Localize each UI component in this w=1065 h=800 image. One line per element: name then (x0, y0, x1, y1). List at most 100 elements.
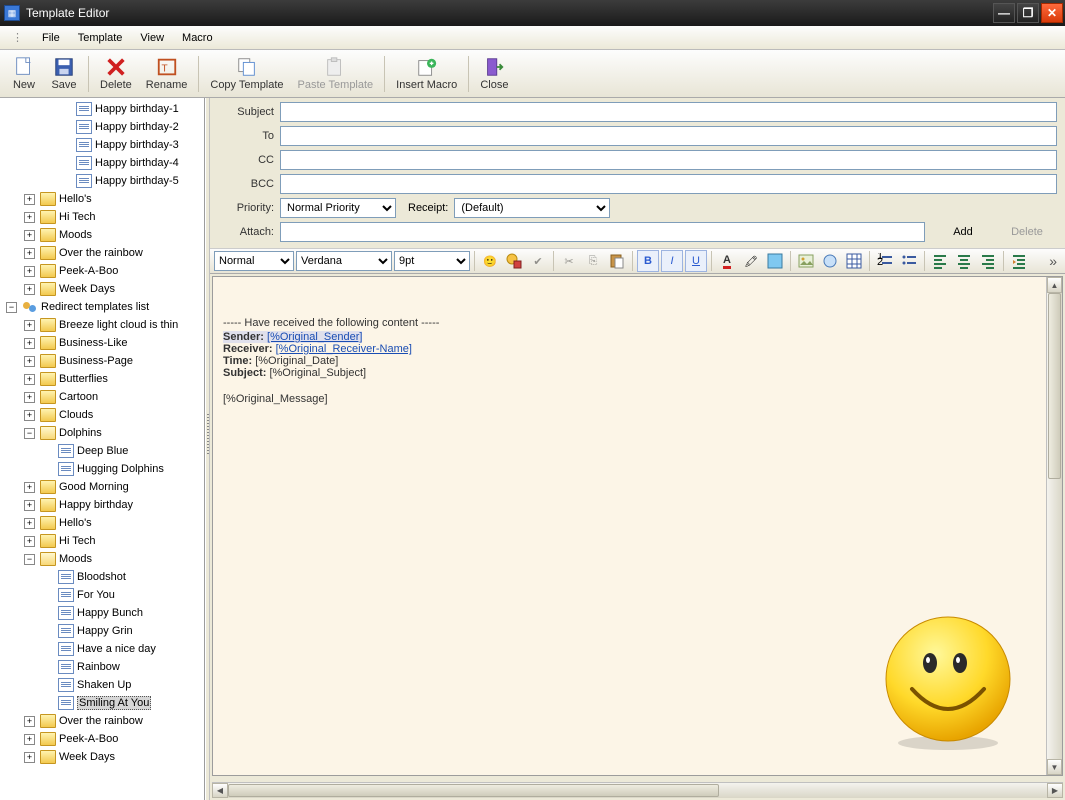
link-icon[interactable] (819, 250, 841, 272)
attach-input[interactable] (280, 222, 925, 242)
cc-input[interactable] (280, 150, 1057, 170)
spellcheck-icon[interactable]: ✔ (527, 250, 549, 272)
expand-icon[interactable]: + (24, 536, 35, 547)
bcc-input[interactable] (280, 174, 1057, 194)
close-window-button[interactable]: ✕ (1041, 3, 1063, 23)
cut-icon[interactable]: ✂ (558, 250, 580, 272)
menu-view[interactable]: View (132, 30, 172, 46)
ol-icon[interactable]: 12 (874, 250, 896, 272)
expand-icon[interactable]: + (24, 518, 35, 529)
tree-item[interactable]: +Happy birthday (0, 496, 204, 514)
expand-icon[interactable]: + (24, 248, 35, 259)
tree-item[interactable]: Rainbow (0, 658, 204, 676)
tree-item[interactable]: −Redirect templates list (0, 298, 204, 316)
tree-item[interactable]: Deep Blue (0, 442, 204, 460)
tree-item[interactable]: +Cartoon (0, 388, 204, 406)
expand-icon[interactable]: + (24, 194, 35, 205)
tree-item[interactable]: +Hello's (0, 514, 204, 532)
tree-item[interactable]: +Butterflies (0, 370, 204, 388)
table-icon[interactable] (843, 250, 865, 272)
expand-icon[interactable]: + (24, 266, 35, 277)
tree-item[interactable]: Happy birthday-1 (0, 100, 204, 118)
sender-macro[interactable]: [%Original_Sender] (267, 331, 362, 343)
expand-icon[interactable]: + (24, 284, 35, 295)
tree-item[interactable]: +Over the rainbow (0, 712, 204, 730)
copy-template-button[interactable]: Copy Template (203, 52, 290, 96)
size-select[interactable]: 9pt (394, 251, 470, 271)
tree-item[interactable]: Hugging Dolphins (0, 460, 204, 478)
copy-small-icon[interactable]: ⎘ (582, 250, 604, 272)
maximize-button[interactable]: ❐ (1017, 3, 1039, 23)
underline-icon[interactable]: U (685, 250, 707, 272)
tree-item[interactable]: Shaken Up (0, 676, 204, 694)
receiver-macro[interactable]: [%Original_Receiver-Name] (276, 343, 412, 355)
scroll-thumb-h[interactable] (228, 784, 719, 797)
menu-macro[interactable]: Macro (174, 30, 221, 46)
emoji-icon[interactable]: 🙂 (479, 250, 501, 272)
save-button[interactable]: Save (44, 52, 84, 96)
toolbar-overflow-icon[interactable]: » (1045, 253, 1061, 269)
expand-icon[interactable]: + (24, 752, 35, 763)
expand-icon[interactable]: + (24, 338, 35, 349)
menu-file[interactable]: File (34, 30, 68, 46)
tree-item[interactable]: Happy birthday-4 (0, 154, 204, 172)
tree-item[interactable]: +Business-Page (0, 352, 204, 370)
emoji-settings-icon[interactable] (503, 250, 525, 272)
expand-icon[interactable]: + (24, 482, 35, 493)
tree-item[interactable]: +Over the rainbow (0, 244, 204, 262)
tree-item[interactable]: Happy birthday-5 (0, 172, 204, 190)
subject-input[interactable] (280, 102, 1057, 122)
expand-icon[interactable]: + (24, 410, 35, 421)
tree-item[interactable]: Smiling At You (0, 694, 204, 712)
attach-add-button[interactable]: Add (933, 223, 993, 241)
expand-icon[interactable]: + (24, 500, 35, 511)
expand-icon[interactable]: + (24, 230, 35, 241)
tree-item[interactable]: +Week Days (0, 748, 204, 766)
tree-item[interactable]: +Hello's (0, 190, 204, 208)
rename-button[interactable]: T Rename (139, 52, 195, 96)
expand-icon[interactable]: + (24, 212, 35, 223)
close-button[interactable]: Close (473, 52, 515, 96)
tree-item[interactable]: Happy birthday-2 (0, 118, 204, 136)
tree-item[interactable]: Happy birthday-3 (0, 136, 204, 154)
paste-small-icon[interactable] (606, 250, 628, 272)
expand-icon[interactable]: + (24, 734, 35, 745)
collapse-icon[interactable]: − (6, 302, 17, 313)
editor-body[interactable]: ----- Have received the following conten… (213, 277, 1046, 775)
tree-item[interactable]: +Peek-A-Boo (0, 730, 204, 748)
horizontal-scrollbar[interactable]: ◀ ▶ (212, 782, 1063, 798)
tree-item[interactable]: +Hi Tech (0, 532, 204, 550)
scroll-down-icon[interactable]: ▼ (1047, 759, 1062, 775)
tree-item[interactable]: +Hi Tech (0, 208, 204, 226)
tree-item[interactable]: +Moods (0, 226, 204, 244)
scroll-thumb[interactable] (1048, 293, 1061, 479)
tree-item[interactable]: Happy Grin (0, 622, 204, 640)
tree-item[interactable]: +Clouds (0, 406, 204, 424)
collapse-icon[interactable]: − (24, 428, 35, 439)
insert-macro-button[interactable]: Insert Macro (389, 52, 464, 96)
tree-item[interactable]: +Peek-A-Boo (0, 262, 204, 280)
scroll-right-icon[interactable]: ▶ (1047, 783, 1063, 798)
tree-item[interactable]: −Moods (0, 550, 204, 568)
expand-icon[interactable]: + (24, 716, 35, 727)
bg-color-icon[interactable] (764, 250, 786, 272)
new-button[interactable]: New (4, 52, 44, 96)
tree-item[interactable]: For You (0, 586, 204, 604)
menu-template[interactable]: Template (70, 30, 131, 46)
align-right-icon[interactable] (977, 250, 999, 272)
scroll-up-icon[interactable]: ▲ (1047, 277, 1062, 293)
splitter[interactable] (205, 98, 210, 800)
receipt-select[interactable]: (Default) (454, 198, 610, 218)
highlight-icon[interactable]: 🖍 (740, 250, 762, 272)
tree-item[interactable]: +Week Days (0, 280, 204, 298)
tree-item[interactable]: +Breeze light cloud is thin (0, 316, 204, 334)
font-select[interactable]: Verdana (296, 251, 392, 271)
template-tree[interactable]: Happy birthday-1Happy birthday-2Happy bi… (0, 98, 205, 800)
to-input[interactable] (280, 126, 1057, 146)
tree-item[interactable]: Happy Bunch (0, 604, 204, 622)
delete-button[interactable]: Delete (93, 52, 139, 96)
vertical-scrollbar[interactable]: ▲ ▼ (1046, 277, 1062, 775)
style-select[interactable]: Normal (214, 251, 294, 271)
tree-item[interactable]: Bloodshot (0, 568, 204, 586)
minimize-button[interactable]: — (993, 3, 1015, 23)
